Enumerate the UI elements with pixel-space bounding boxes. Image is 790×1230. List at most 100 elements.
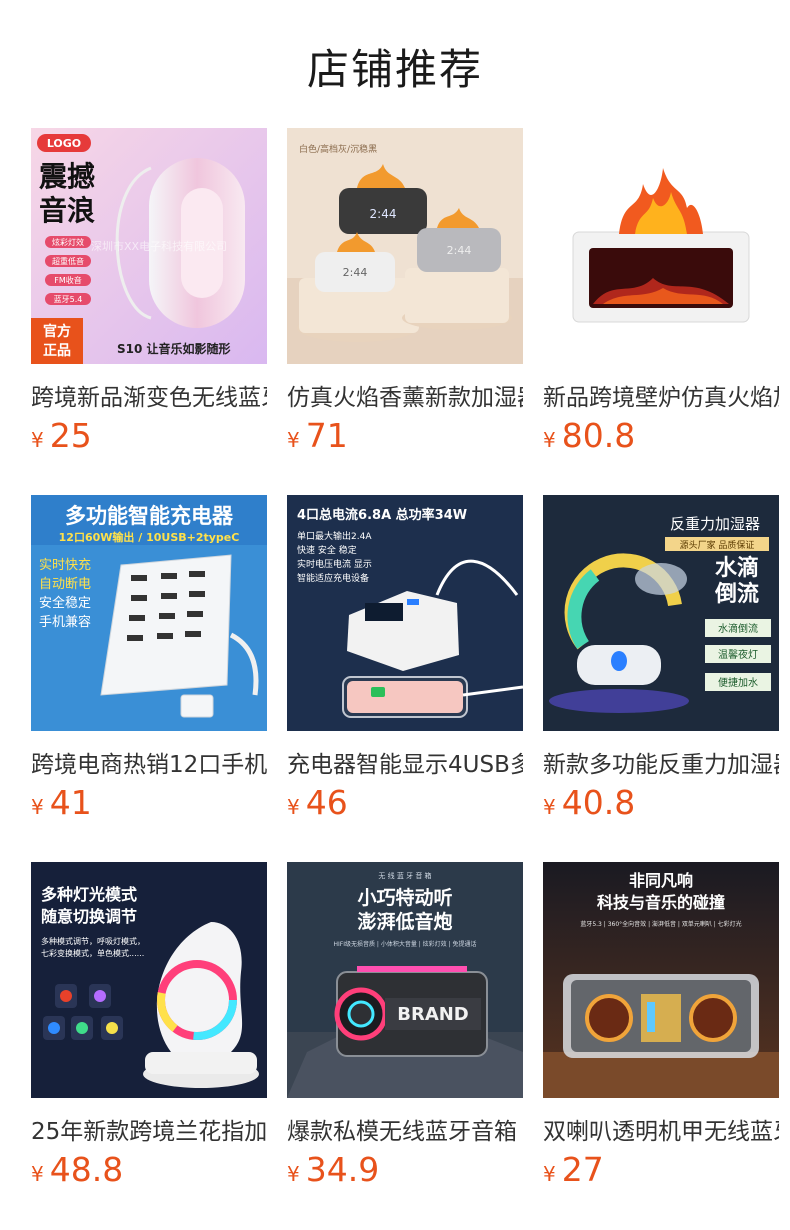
sub-text: 源头厂家 品质保证 [680,539,755,551]
product-image[interactable]: 无 线 蓝 牙 音 箱 小巧特动听 澎湃低音炮 HIFI级无损音质 | 小体积大… [287,862,523,1098]
info-text: 七彩变换模式，单色模式...... [41,948,144,958]
product-image[interactable]: 多种灯光模式 随意切换调节 多种模式调节，呼吸灯模式， 七彩变换模式，单色模式.… [31,862,267,1098]
product-price: ¥41 [31,783,92,823]
feature-text: 手机兼容 [39,614,91,630]
tag-text: 便捷加水 [718,676,758,689]
usb-charger-image: 4口总电流6.8A 总功率34W 单口最大输出2.4A 快速 安全 稳定 实时电… [287,495,523,731]
price-value: 25 [49,416,92,455]
price-value: 40.8 [561,783,636,822]
product-image[interactable]: 非同凡响 科技与音乐的碰撞 蓝牙5.3 | 360°全向音效 | 澎湃低音 | … [543,862,779,1098]
product-image[interactable]: 多功能智能充电器 12口60W输出 / 10USB+2typeC 实时快充 自动… [31,495,267,731]
fireplace-humidifier-image [543,128,779,364]
badge-text: 官方 [43,323,71,340]
product-name[interactable]: 新款多功能反重力加湿器 [543,745,779,777]
price-value: 34.9 [305,1150,380,1189]
headline-text: 水滴 [715,555,759,581]
product-name[interactable]: 双喇叭透明机甲无线蓝牙音箱 [543,1112,779,1144]
page-title: 店铺推荐 [306,45,483,94]
currency-symbol: ¥ [287,795,300,819]
feature-tag: 超重低音 [52,256,84,266]
feature-text: 自动断电 [39,577,91,592]
flame-humidifier-image: 白色/高档灰/沉稳黑 2:44 2:44 2:44 [287,128,523,364]
product-price: ¥71 [287,416,348,456]
product-name[interactable]: 仿真火焰香薰新款加湿器 [287,378,523,410]
headline-text: 反重力加湿器 [670,515,760,533]
headline-text: 随意切换调节 [41,907,137,926]
top-label-text: 无 线 蓝 牙 音 箱 [378,871,431,880]
currency-symbol: ¥ [287,1162,300,1186]
speaker-image: LOGO 震撼 音浪 炫彩灯效 超重低音 FM收音 蓝牙5.4 深圳市XX电子科… [31,128,267,364]
price-value: 71 [305,416,348,455]
headline-text: 震撼 [39,160,95,193]
info-text: 智能适应充电设备 [297,572,369,584]
product-price: ¥34.9 [287,1150,379,1190]
product-name[interactable]: 跨境新品渐变色无线蓝牙音箱 [31,378,267,410]
product-image[interactable]: 白色/高档灰/沉稳黑 2:44 2:44 2:44 [287,128,523,364]
price-value: 27 [561,1150,604,1189]
product-card[interactable]: 4口总电流6.8A 总功率34W 单口最大输出2.4A 快速 安全 稳定 实时电… [287,495,523,825]
product-price: ¥46 [287,783,348,823]
headline-text: 多功能智能充电器 [65,504,234,528]
transparent-speaker-image: 非同凡响 科技与音乐的碰撞 蓝牙5.3 | 360°全向音效 | 澎湃低音 | … [543,862,779,1098]
product-price: ¥25 [31,416,92,456]
product-name[interactable]: 25年新款跨境兰花指加湿器 [31,1112,267,1144]
product-image[interactable]: 反重力加湿器 源头厂家 品质保证 水滴 倒流 水滴倒流 温馨夜灯 便捷加水 [543,495,779,731]
sub-text: HIFI级无损音质 | 小体积大音量 | 炫彩灯效 | 免提通话 [333,940,476,948]
info-text: 快速 安全 稳定 [297,544,357,556]
orchid-humidifier-image: 多种灯光模式 随意切换调节 多种模式调节，呼吸灯模式， 七彩变换模式，单色模式.… [31,862,267,1098]
product-price: ¥40.8 [543,783,635,823]
product-name[interactable]: 新品跨境壁炉仿真火焰加湿器 [543,378,779,410]
info-text: 单口最大输出2.4A [297,530,372,542]
spec-text: 12口60W输出 / 10USB+2typeC [59,530,240,544]
product-image[interactable] [543,128,779,364]
product-price: ¥48.8 [31,1150,123,1190]
info-text: 实时电压电流 显示 [297,558,372,570]
headline-text: 音浪 [39,194,95,227]
feature-text: 安全稳定 [39,595,91,611]
headline-text: 非同凡响 [629,871,693,890]
price-value: 46 [305,783,348,822]
currency-symbol: ¥ [543,1162,556,1186]
price-value: 80.8 [561,416,636,455]
clock-display: 2:44 [343,266,368,279]
headline-text: 小巧特动听 [357,886,452,909]
currency-symbol: ¥ [31,795,44,819]
product-price: ¥27 [543,1150,604,1190]
product-card[interactable]: 多种灯光模式 随意切换调节 多种模式调节，呼吸灯模式， 七彩变换模式，单色模式.… [31,862,267,1192]
feature-tag: 蓝牙5.4 [54,294,83,304]
headline-text: 4口总电流6.8A 总功率34W [297,507,467,523]
product-image[interactable]: LOGO 震撼 音浪 炫彩灯效 超重低音 FM收音 蓝牙5.4 深圳市XX电子科… [31,128,267,364]
product-card[interactable]: 无 线 蓝 牙 音 箱 小巧特动听 澎湃低音炮 HIFI级无损音质 | 小体积大… [287,862,523,1192]
badge-text: 正品 [43,343,71,359]
currency-symbol: ¥ [543,428,556,452]
product-name[interactable]: 跨境电商热销12口手机充电器 [31,745,267,777]
product-card[interactable]: 非同凡响 科技与音乐的碰撞 蓝牙5.3 | 360°全向音效 | 澎湃低音 | … [543,862,779,1192]
logo-text: LOGO [47,137,81,150]
headline-text: 科技与音乐的碰撞 [597,893,725,912]
product-image[interactable]: 4口总电流6.8A 总功率34W 单口最大输出2.4A 快速 安全 稳定 实时电… [287,495,523,731]
product-name[interactable]: 爆款私模无线蓝牙音箱 [287,1112,523,1144]
feature-text: 实时快充 [39,557,91,573]
product-card[interactable]: 反重力加湿器 源头厂家 品质保证 水滴 倒流 水滴倒流 温馨夜灯 便捷加水 新款… [543,495,779,825]
currency-symbol: ¥ [287,428,300,452]
currency-symbol: ¥ [31,428,44,452]
price-value: 41 [49,783,92,822]
feature-tag: FM收音 [54,275,82,285]
sub-text: 蓝牙5.3 | 360°全向音效 | 澎湃低音 | 双单元喇叭 | 七彩灯光 [580,920,741,928]
headline-text: 倒流 [714,581,759,607]
product-card[interactable]: 白色/高档灰/沉稳黑 2:44 2:44 2:44 仿真火焰香薰新款加湿器 ¥7… [287,128,523,458]
bluetooth-speaker-image: 无 线 蓝 牙 音 箱 小巧特动听 澎湃低音炮 HIFI级无损音质 | 小体积大… [287,862,523,1098]
product-card[interactable]: LOGO 震撼 音浪 炫彩灯效 超重低音 FM收音 蓝牙5.4 深圳市XX电子科… [31,128,267,458]
slogan-text: S10 让音乐如影随形 [117,341,231,356]
product-card[interactable]: 多功能智能充电器 12口60W输出 / 10USB+2typeC 实时快充 自动… [31,495,267,825]
product-card[interactable]: 新品跨境壁炉仿真火焰加湿器 ¥80.8 [543,128,779,458]
currency-symbol: ¥ [31,1162,44,1186]
product-price: ¥80.8 [543,416,635,456]
charger-image: 多功能智能充电器 12口60W输出 / 10USB+2typeC 实时快充 自动… [31,495,267,731]
product-name[interactable]: 充电器智能显示4USB多口充电头 [287,745,523,777]
tag-text: 温馨夜灯 [718,648,758,661]
clock-display: 2:44 [370,207,397,221]
clock-display: 2:44 [447,244,472,257]
watermark-text: 深圳市XX电子科技有限公司 [91,239,227,253]
currency-symbol: ¥ [543,795,556,819]
